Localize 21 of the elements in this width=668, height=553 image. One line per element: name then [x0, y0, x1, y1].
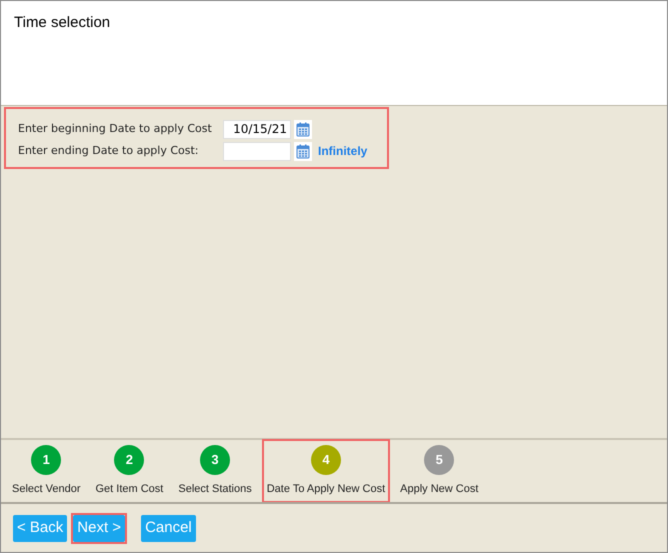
step-number: 3: [200, 444, 230, 475]
wizard-button[interactable]: Next >: [73, 514, 126, 542]
page-title: Time selection: [14, 14, 110, 31]
field-label: Enter beginning Date to apply Cost: [18, 120, 213, 137]
calendar-icon[interactable]: [296, 144, 310, 158]
step-number: 2: [114, 444, 144, 475]
wizard-button[interactable]: Cancel: [141, 514, 196, 542]
step-label: Select Vendor: [12, 482, 80, 497]
step-label: Get Item Cost: [96, 482, 164, 497]
step-number: 4: [310, 444, 341, 475]
field-label: Enter ending Date to apply Cost:: [18, 142, 200, 159]
infinitely-link[interactable]: Infinitely: [318, 142, 368, 160]
date-field[interactable]: 10/15/21: [223, 120, 291, 138]
date-field[interactable]: [223, 142, 291, 160]
step-label: Date To Apply New Cost: [266, 482, 386, 497]
step-label: Select Stations: [178, 482, 252, 497]
step-number: 1: [31, 444, 62, 475]
wizard-button[interactable]: < Back: [13, 514, 68, 542]
step-number: 5: [424, 444, 454, 475]
calendar-icon[interactable]: [296, 122, 310, 136]
step-label: Apply New Cost: [400, 482, 478, 497]
